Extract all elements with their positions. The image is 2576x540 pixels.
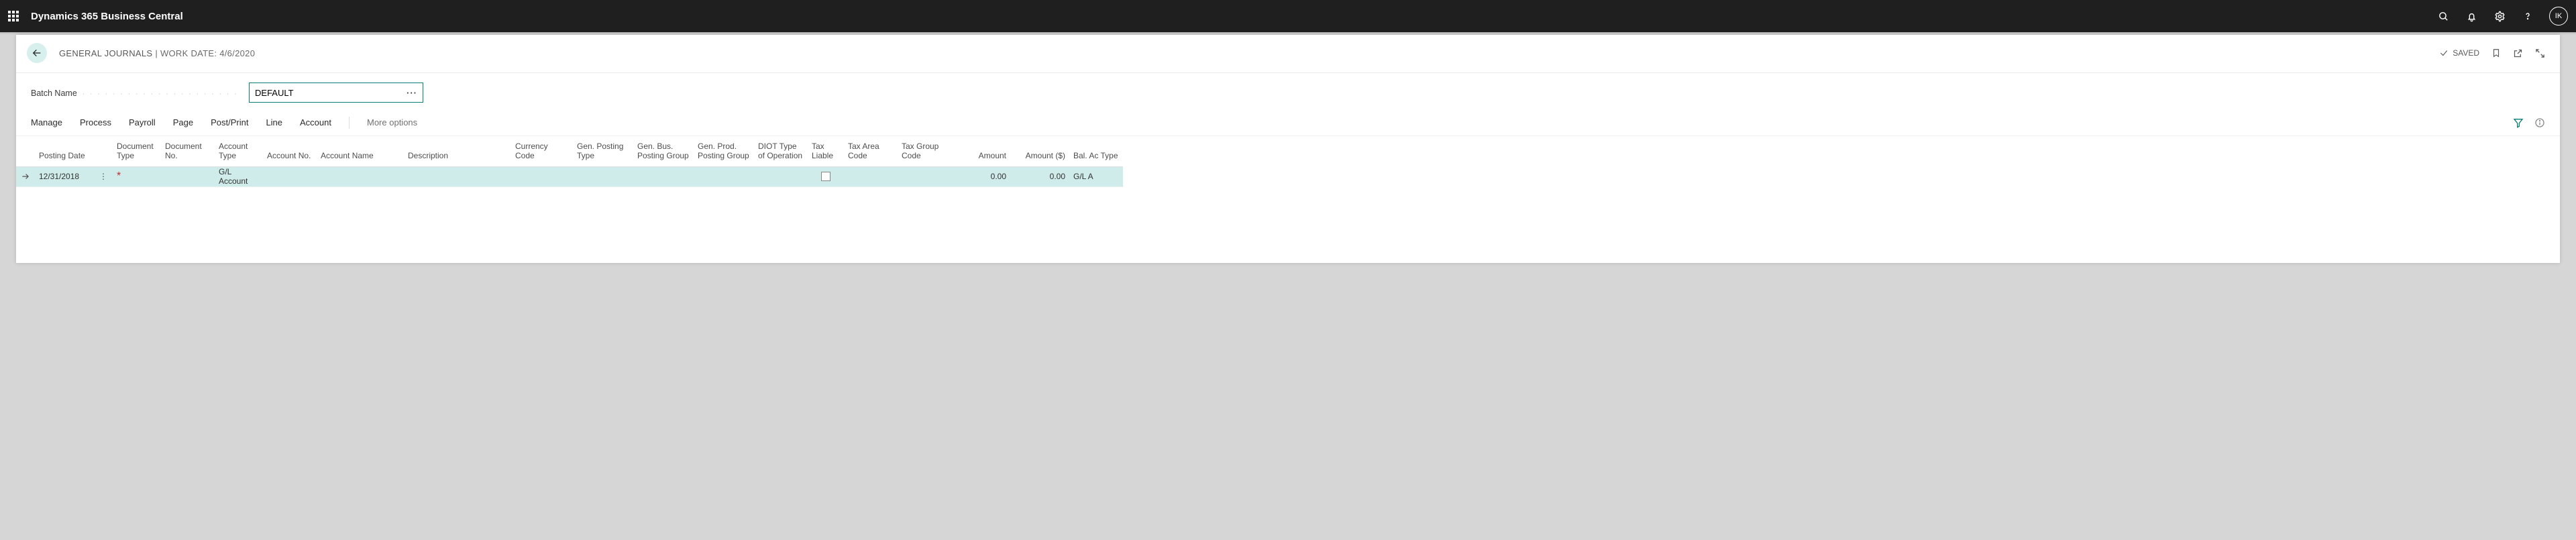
cell-acct-no[interactable] bbox=[263, 167, 317, 187]
cell-tax-liable[interactable] bbox=[808, 167, 844, 187]
cell-acct-name[interactable] bbox=[317, 167, 404, 187]
col-rowmenu bbox=[95, 136, 113, 167]
breadcrumb-sub: WORK DATE: 4/6/2020 bbox=[160, 48, 255, 58]
cell-acct-type[interactable]: G/L Account bbox=[215, 167, 263, 187]
cell-gen-posting-type[interactable] bbox=[573, 167, 633, 187]
col-description[interactable]: Description bbox=[404, 136, 511, 167]
topbar: Dynamics 365 Business Central IK bbox=[0, 0, 2576, 32]
row-actions-menu[interactable]: ⋮ bbox=[95, 167, 113, 187]
tab-payroll[interactable]: Payroll bbox=[129, 115, 156, 130]
cell-posting-date[interactable]: 12/31/2018 bbox=[35, 167, 95, 187]
col-bal-type[interactable]: Bal. Ac Type bbox=[1069, 136, 1123, 167]
back-button[interactable] bbox=[27, 43, 47, 63]
more-options[interactable]: More options bbox=[367, 117, 417, 127]
notifications-icon[interactable] bbox=[2465, 9, 2478, 23]
col-indicator bbox=[16, 136, 35, 167]
breadcrumb-main: GENERAL JOURNALS bbox=[59, 48, 152, 58]
cell-amount[interactable]: 0.00 bbox=[951, 167, 1010, 187]
batch-input-wrap[interactable]: ··· bbox=[249, 83, 423, 103]
tab-postprint[interactable]: Post/Print bbox=[211, 115, 248, 130]
cell-gen-bus-pg[interactable] bbox=[633, 167, 694, 187]
tab-process[interactable]: Process bbox=[80, 115, 111, 130]
col-tax-group[interactable]: Tax Group Code bbox=[898, 136, 951, 167]
user-avatar[interactable]: IK bbox=[2549, 7, 2568, 25]
header-left: GENERAL JOURNALS | WORK DATE: 4/6/2020 bbox=[27, 43, 255, 63]
cell-currency[interactable] bbox=[511, 167, 573, 187]
col-acct-type[interactable]: Account Type bbox=[215, 136, 263, 167]
batch-lookup-button[interactable]: ··· bbox=[407, 88, 417, 98]
col-diot[interactable]: DIOT Type of Operation bbox=[754, 136, 808, 167]
col-amount-usd[interactable]: Amount ($) bbox=[1010, 136, 1069, 167]
tab-manage[interactable]: Manage bbox=[31, 115, 62, 130]
toolbar-right bbox=[2513, 117, 2545, 128]
bookmark-icon[interactable] bbox=[2491, 48, 2501, 58]
batch-label: Batch Name bbox=[31, 89, 77, 98]
col-gen-posting-type[interactable]: Gen. Posting Type bbox=[573, 136, 633, 167]
app-launcher-icon[interactable] bbox=[8, 11, 19, 21]
col-gen-bus-pg[interactable]: Gen. Bus. Posting Group bbox=[633, 136, 694, 167]
col-gen-prod-pg[interactable]: Gen. Prod. Posting Group bbox=[694, 136, 754, 167]
collapse-icon[interactable] bbox=[2535, 48, 2545, 58]
tab-page[interactable]: Page bbox=[173, 115, 193, 130]
cell-doc-no[interactable] bbox=[161, 167, 215, 187]
col-doc-type[interactable]: Document Type bbox=[113, 136, 161, 167]
col-tax-liable[interactable]: Tax Liable bbox=[808, 136, 844, 167]
col-doc-no[interactable]: Document No. bbox=[161, 136, 215, 167]
topbar-left: Dynamics 365 Business Central bbox=[8, 11, 183, 22]
page: GENERAL JOURNALS | WORK DATE: 4/6/2020 S… bbox=[16, 35, 2560, 263]
cell-diot[interactable] bbox=[754, 167, 808, 187]
tab-account[interactable]: Account bbox=[300, 115, 331, 130]
popout-icon[interactable] bbox=[2513, 48, 2523, 58]
col-posting-date[interactable]: Posting Date bbox=[35, 136, 95, 167]
breadcrumb: GENERAL JOURNALS | WORK DATE: 4/6/2020 bbox=[59, 48, 255, 58]
toolbar: Manage Process Payroll Page Post/Print L… bbox=[16, 115, 2560, 136]
cell-bal-type[interactable]: G/L A bbox=[1069, 167, 1123, 187]
cell-description[interactable] bbox=[404, 167, 511, 187]
settings-icon[interactable] bbox=[2493, 9, 2506, 23]
app-title: Dynamics 365 Business Central bbox=[31, 11, 183, 22]
grid-wrap: Posting Date Document Type Document No. … bbox=[16, 136, 2560, 187]
search-icon[interactable] bbox=[2436, 9, 2450, 23]
help-icon[interactable] bbox=[2521, 9, 2534, 23]
breadcrumb-sep: | bbox=[152, 48, 160, 58]
cell-amount-usd[interactable]: 0.00 bbox=[1010, 167, 1069, 187]
page-header: GENERAL JOURNALS | WORK DATE: 4/6/2020 S… bbox=[16, 35, 2560, 73]
info-icon[interactable] bbox=[2534, 117, 2545, 128]
topbar-right: IK bbox=[2436, 7, 2568, 25]
col-acct-name[interactable]: Account Name bbox=[317, 136, 404, 167]
cell-gen-prod-pg[interactable] bbox=[694, 167, 754, 187]
cell-tax-area[interactable] bbox=[844, 167, 898, 187]
col-amount[interactable]: Amount bbox=[951, 136, 1010, 167]
tab-line[interactable]: Line bbox=[266, 115, 282, 130]
journal-grid: Posting Date Document Type Document No. … bbox=[16, 136, 2560, 187]
tax-liable-checkbox[interactable] bbox=[821, 172, 830, 181]
saved-label: SAVED bbox=[2453, 48, 2479, 58]
batch-label-wrap: Batch Name · · · · · · · · · · · · · · ·… bbox=[31, 88, 238, 98]
toolbar-left: Manage Process Payroll Page Post/Print L… bbox=[31, 115, 417, 130]
col-acct-no[interactable]: Account No. bbox=[263, 136, 317, 167]
batch-dots: · · · · · · · · · · · · · · · · · · · · … bbox=[82, 89, 238, 98]
batch-row: Batch Name · · · · · · · · · · · · · · ·… bbox=[16, 73, 2560, 115]
toolbar-separator bbox=[349, 117, 350, 129]
batch-name-input[interactable] bbox=[255, 88, 396, 98]
cell-doc-type[interactable]: * bbox=[113, 167, 161, 187]
cell-tax-group[interactable] bbox=[898, 167, 951, 187]
required-icon: * bbox=[117, 170, 121, 182]
col-currency[interactable]: Currency Code bbox=[511, 136, 573, 167]
saved-indicator: SAVED bbox=[2439, 48, 2479, 58]
filter-icon[interactable] bbox=[2513, 117, 2524, 128]
row-indicator[interactable] bbox=[16, 167, 35, 187]
header-right: SAVED bbox=[2439, 48, 2545, 58]
col-tax-area[interactable]: Tax Area Code bbox=[844, 136, 898, 167]
